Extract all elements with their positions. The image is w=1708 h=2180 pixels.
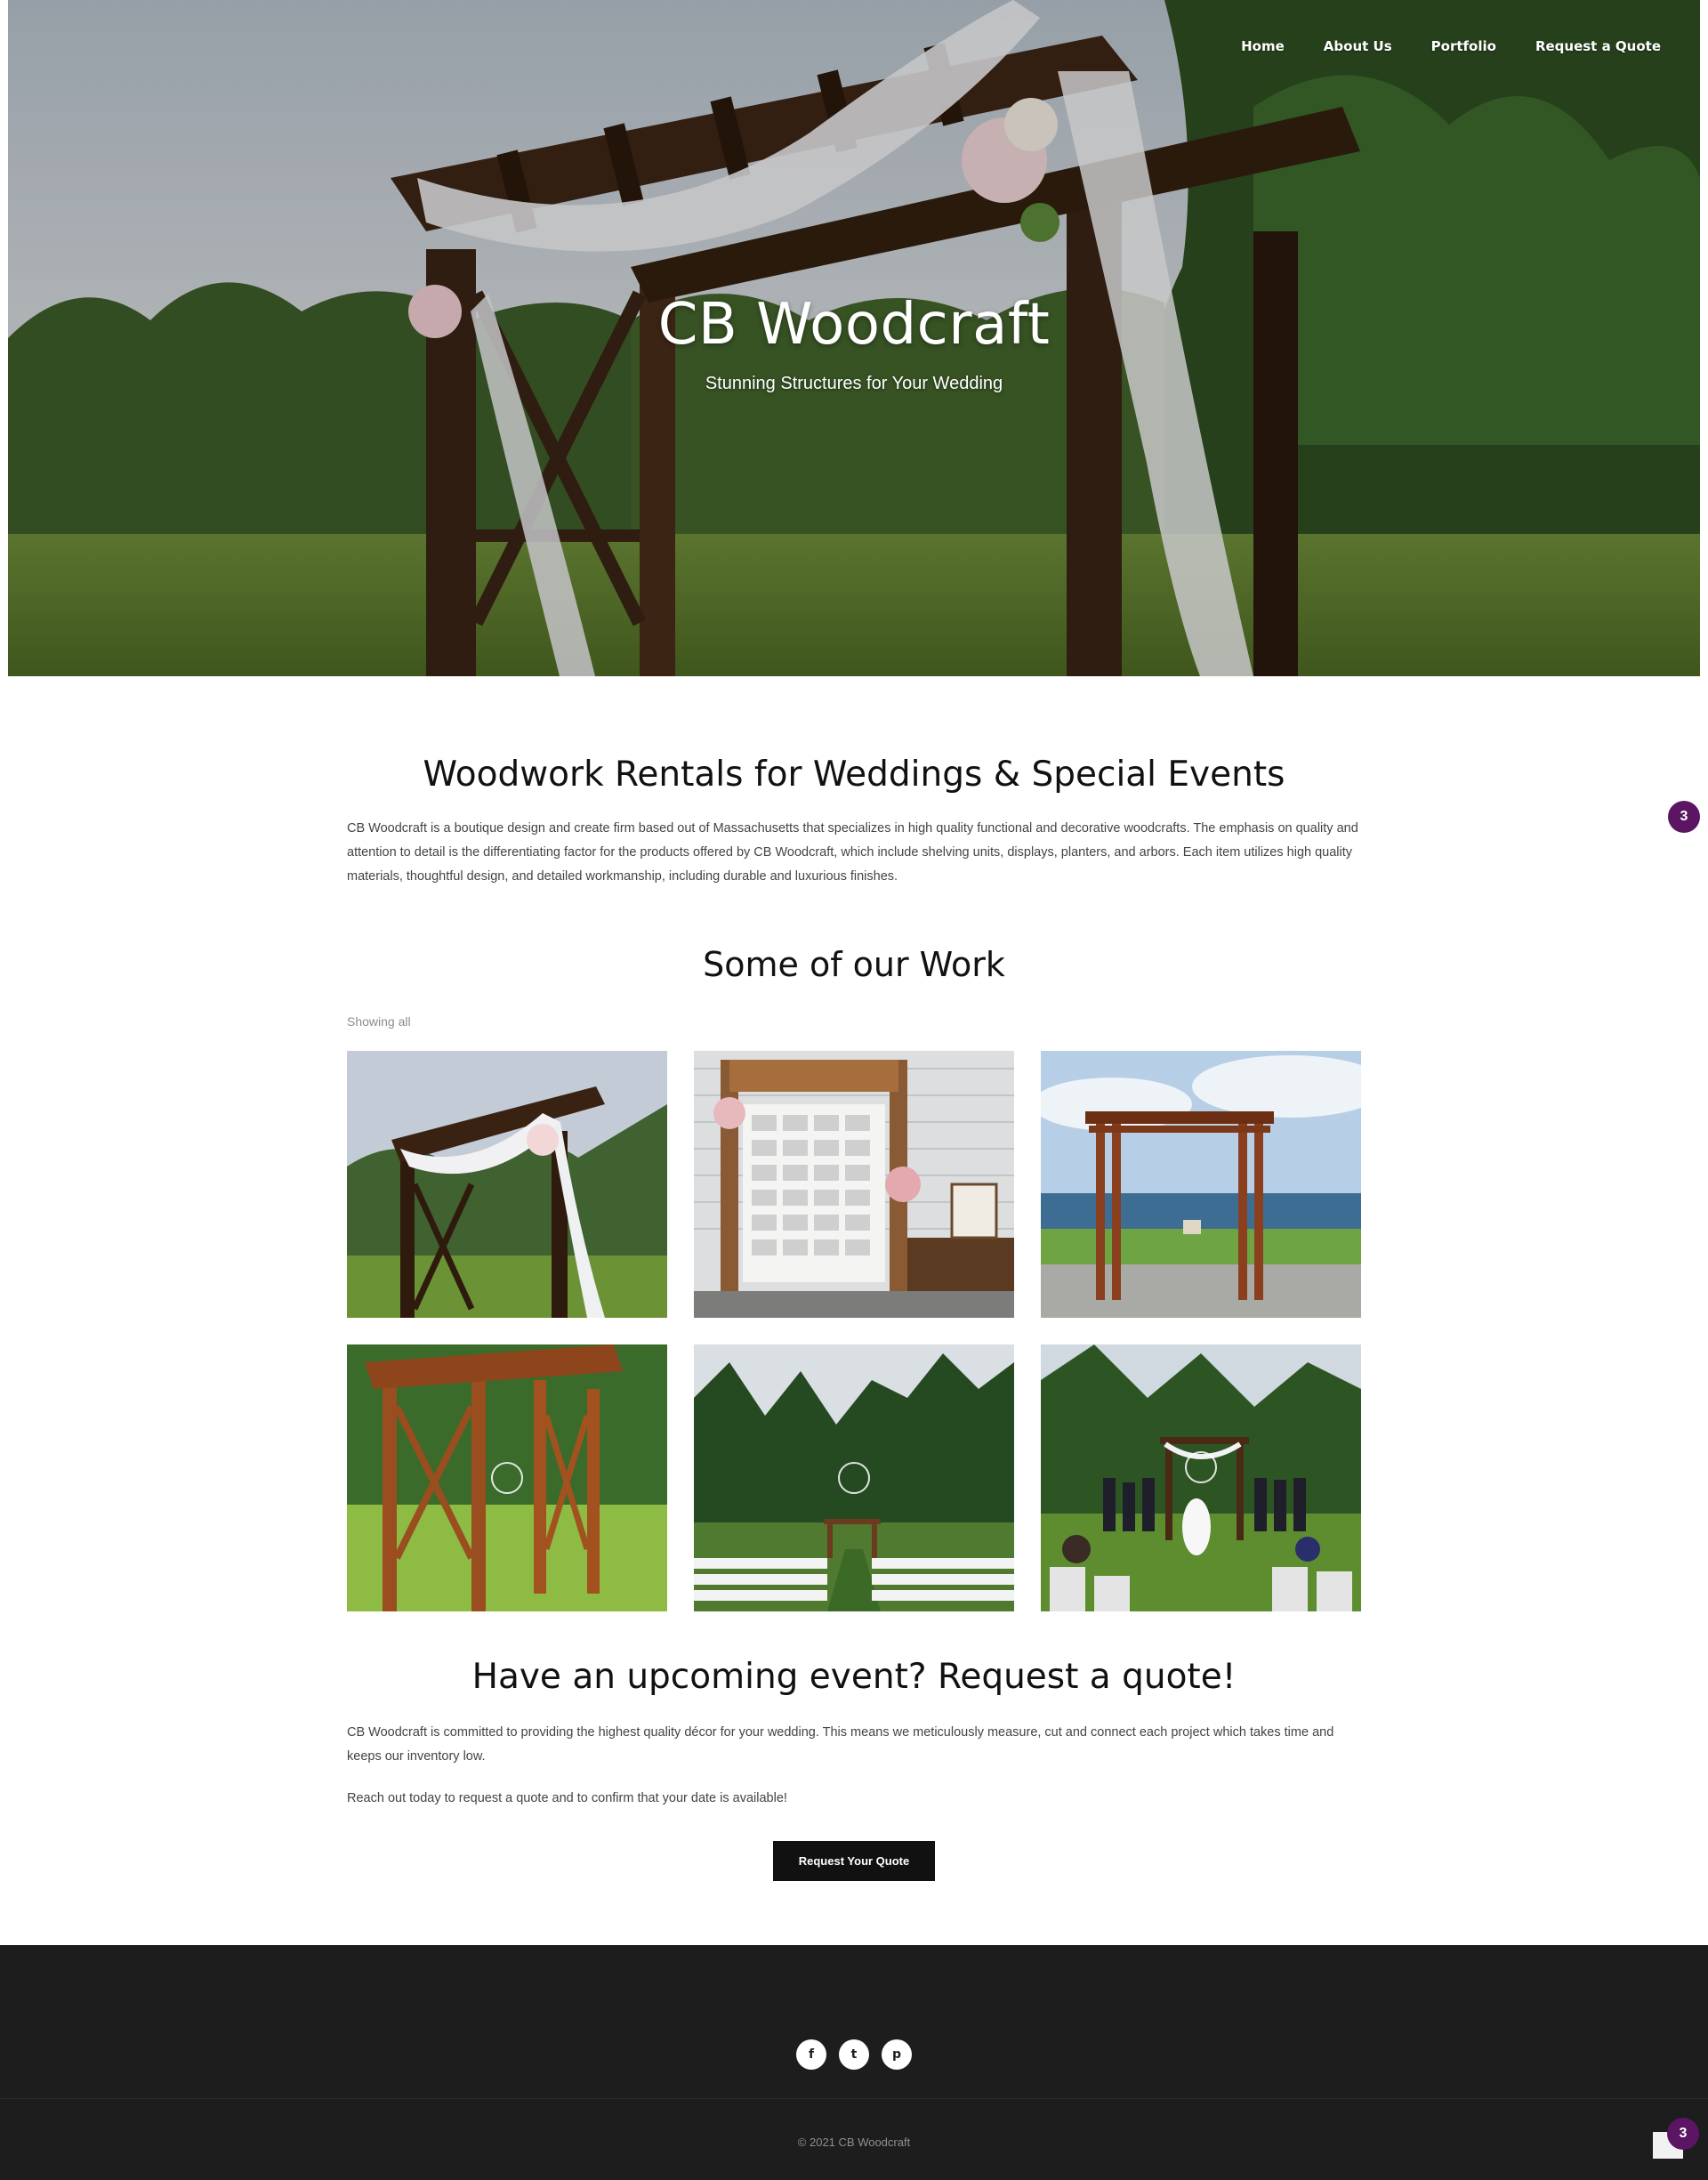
notification-badge-corner[interactable]: 3 [1667,2118,1699,2150]
loading-spinner-icon [491,1462,523,1494]
pinterest-icon[interactable]: p [882,2039,912,2070]
portfolio-item[interactable] [347,1344,667,1611]
loading-spinner-icon [1185,1451,1217,1483]
about-heading: Woodwork Rentals for Weddings & Special … [423,755,1285,795]
portfolio-item[interactable] [1041,1344,1361,1611]
nav-about-us[interactable]: About Us [1324,38,1392,54]
facebook-icon[interactable]: f [796,2039,826,2070]
portfolio-item[interactable] [1041,1051,1361,1318]
notification-badge[interactable]: 3 [1668,801,1700,833]
quote-heading: Have an upcoming event? Request a quote! [471,1657,1237,1697]
portfolio-item[interactable] [694,1051,1014,1318]
portfolio-image-ocean-arbor [1041,1051,1361,1318]
portfolio-image-draped-arbor [347,1051,667,1318]
loading-spinner-icon [838,1462,870,1494]
site-title: CB Woodcraft [657,292,1051,358]
request-quote-button[interactable]: Request Your Quote [773,1841,935,1881]
portfolio-image-seating-chart [694,1051,1014,1318]
main-navigation: Home About Us Portfolio Request a Quote [1202,38,1661,54]
nav-portfolio[interactable]: Portfolio [1431,38,1496,54]
nav-request-a-quote[interactable]: Request a Quote [1535,38,1661,54]
portfolio-item[interactable] [347,1051,667,1318]
site-footer: f t p © 2021 CB Woodcraft [0,1945,1708,2180]
about-paragraph: CB Woodcraft is a boutique design and cr… [347,821,1358,884]
twitter-icon[interactable]: t [839,2039,869,2070]
site-tagline: Stunning Structures for Your Wedding [705,374,1003,393]
copyright-text: © 2021 CB Woodcraft [797,2136,911,2149]
quote-paragraph-1: CB Woodcraft is committed to providing t… [347,1725,1334,1764]
hero-banner: Home About Us Portfolio Request a Quote … [8,0,1700,676]
nav-home[interactable]: Home [1241,38,1285,54]
work-heading: Some of our Work [703,945,1005,984]
social-links: f t p [0,2039,1708,2070]
portfolio-item[interactable] [694,1344,1014,1611]
footer-divider [0,2098,1708,2099]
quote-paragraph-2: Reach out today to request a quote and t… [347,1791,787,1805]
portfolio-filter-status: Showing all [347,1014,411,1029]
